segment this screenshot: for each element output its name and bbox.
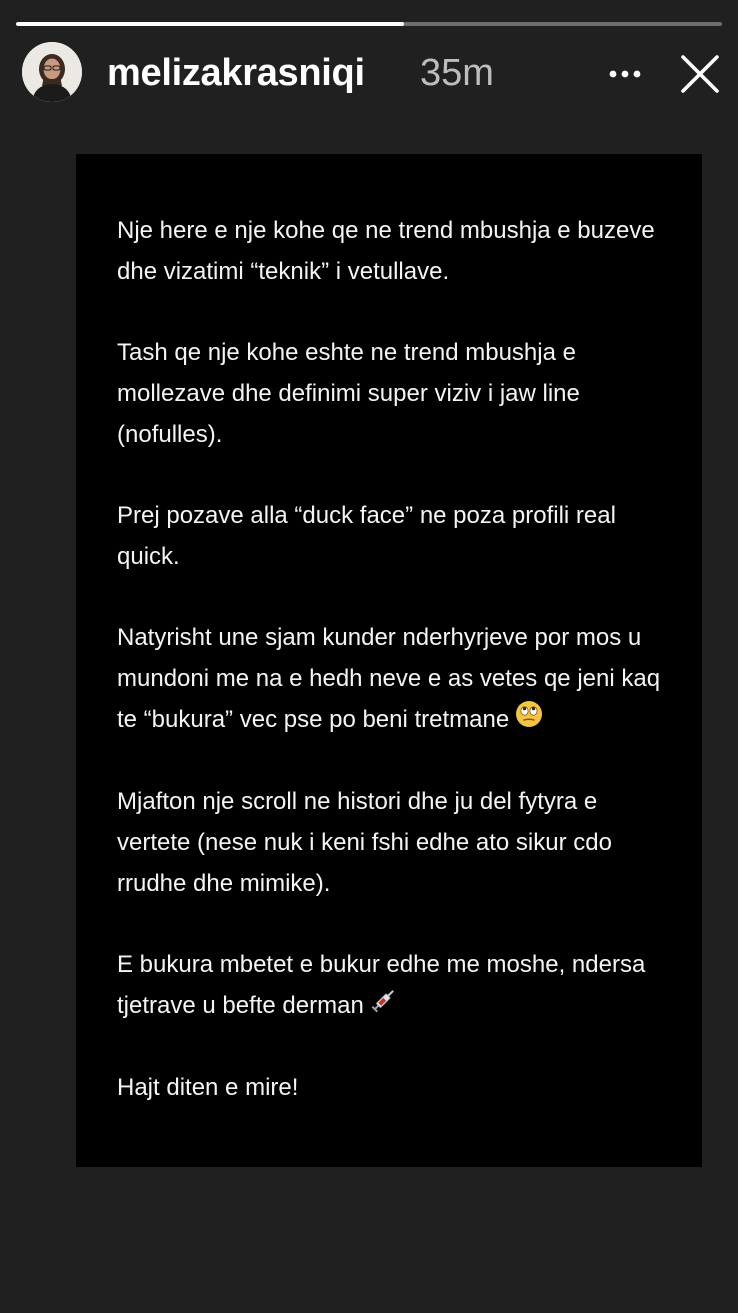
syringe-emoji (370, 986, 398, 1027)
story-text-block: Nje here e nje kohe qe ne trend mbushja … (117, 210, 677, 1148)
more-options-button[interactable] (602, 54, 648, 94)
paragraph-1: Nje here e nje kohe qe ne trend mbushja … (117, 217, 655, 285)
close-icon (681, 55, 719, 93)
paragraph-6: E bukura mbetet e bukur edhe me moshe, n… (117, 944, 677, 1027)
paragraph-2: Tash qe nje kohe eshte ne trend mbushja … (117, 339, 580, 448)
eye-roll-emoji (515, 700, 543, 741)
more-horizontal-icon (609, 70, 641, 78)
paragraph-5: Mjafton nje scroll ne histori dhe ju del… (117, 788, 612, 898)
close-button[interactable] (678, 52, 722, 96)
paragraph-3: Prej pozave alla “duck face” ne poza pro… (117, 502, 616, 570)
paragraph-4: Natyrisht une sjam kunder nderhyrjeve po… (117, 617, 677, 741)
avatar[interactable] (22, 42, 82, 102)
profile-photo (22, 42, 82, 102)
username[interactable]: melizakrasniqi (107, 52, 365, 95)
paragraph-7: Hajt diten e mire! (117, 1074, 299, 1102)
story-progress-bar (16, 22, 722, 26)
story-timestamp: 35m (420, 52, 494, 94)
story-content-card[interactable]: Nje here e nje kohe qe ne trend mbushja … (76, 154, 702, 1167)
story-header: melizakrasniqi 35m (22, 42, 722, 104)
story-progress-fill (16, 22, 405, 26)
paragraph-4-text: Natyrisht une sjam kunder nderhyrjeve po… (117, 624, 661, 733)
